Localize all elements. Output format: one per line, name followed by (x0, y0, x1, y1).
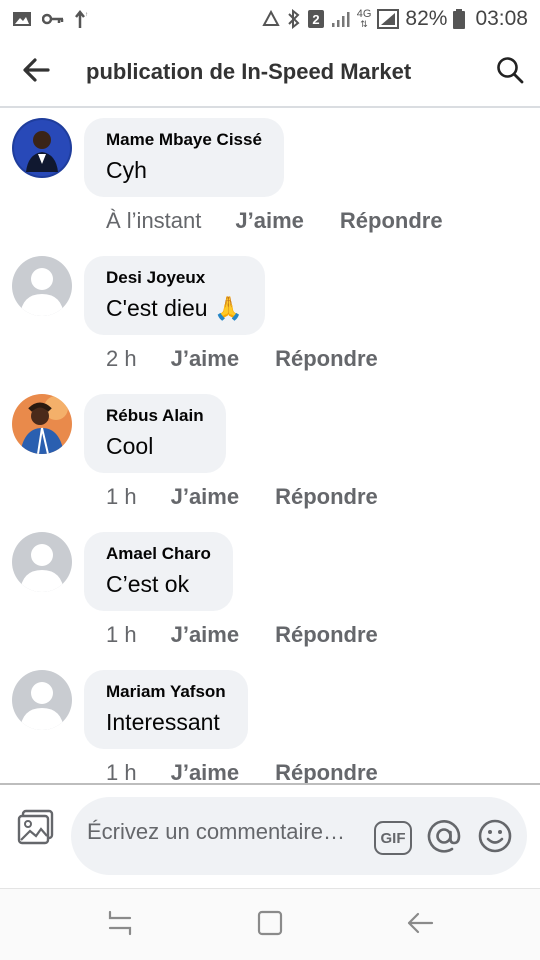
avatar[interactable] (12, 670, 72, 730)
like-button[interactable]: J’aime (171, 622, 240, 648)
comment-text: Cyh (106, 157, 147, 183)
svg-text:↑: ↑ (85, 12, 88, 18)
comment-actions: 2 h J’aime Répondre (106, 346, 378, 372)
page-title: publication de In-Speed Market (86, 59, 412, 84)
avatar[interactable] (12, 256, 72, 316)
key-icon (42, 12, 64, 26)
add-photo-button[interactable] (16, 809, 56, 849)
comment-time: 1 h (106, 484, 137, 509)
reply-button[interactable]: Répondre (275, 484, 378, 510)
battery-icon (453, 9, 466, 29)
back-arrow-icon (406, 911, 434, 940)
avatar[interactable] (12, 394, 72, 454)
comment-item: Amael Charo C’est ok 1 h J’aime Répondre (0, 524, 540, 662)
comment-item: Rébus Alain Cool 1 h J’aime Répondre (0, 386, 540, 524)
search-icon (496, 56, 524, 89)
comment-input[interactable]: Écrivez un commentaire… GIF (71, 797, 527, 875)
gif-button[interactable]: GIF (374, 821, 412, 855)
status-bar: ↑ 2 4G ⇅ 82% 03:08 (0, 0, 540, 38)
comment-actions: 1 h J’aime Répondre (106, 484, 378, 510)
battery-percent: 82% (405, 7, 448, 30)
gif-label: GIF (380, 829, 406, 847)
upload-arrow-icon: ↑ (74, 9, 90, 29)
system-back-button[interactable] (400, 909, 440, 941)
avatar[interactable] (12, 118, 72, 178)
signal-icon (331, 10, 351, 28)
reply-button[interactable]: Répondre (340, 208, 443, 234)
like-button[interactable]: J’aime (171, 760, 240, 784)
comment-bubble[interactable]: Amael Charo C’est ok (84, 532, 233, 611)
system-nav-bar (0, 888, 540, 960)
recycle-icon (261, 10, 281, 28)
comment-bubble[interactable]: Mame Mbaye Cissé Cyh (84, 118, 284, 197)
at-icon (426, 818, 462, 859)
comment-list[interactable]: Mame Mbaye Cissé Cyh À l’instant J’aime … (0, 110, 540, 784)
comment-bubble[interactable]: Mariam Yafson Interessant (84, 670, 248, 749)
comment-actions: 1 h J’aime Répondre (106, 622, 378, 648)
comment-bubble[interactable]: Desi Joyeux C'est dieu 🙏 (84, 256, 265, 335)
gallery-notification-icon (12, 11, 32, 27)
back-button[interactable] (0, 37, 72, 107)
comment-bubble[interactable]: Rébus Alain Cool (84, 394, 226, 473)
reply-button[interactable]: Répondre (275, 760, 378, 784)
svg-text:2: 2 (312, 12, 319, 27)
sim-badge: 2 (307, 9, 325, 29)
comment-time: 1 h (106, 760, 137, 784)
comment-author[interactable]: Rébus Alain (106, 405, 204, 427)
comment-composer: Écrivez un commentaire… GIF (0, 785, 540, 888)
comment-actions: 1 h J’aime Répondre (106, 760, 378, 784)
like-button[interactable]: J’aime (171, 346, 240, 372)
home-square-icon (256, 909, 284, 942)
network-type: 4G ⇅ (356, 8, 372, 30)
reply-button[interactable]: Répondre (275, 346, 378, 372)
comment-time: 1 h (106, 622, 137, 647)
comment-time: À l’instant (106, 208, 202, 233)
avatar[interactable] (12, 532, 72, 592)
comment-item: Mariam Yafson Interessant 1 h J’aime Rép… (0, 662, 540, 784)
comment-author[interactable]: Mame Mbaye Cissé (106, 129, 262, 151)
recent-apps-icon (106, 910, 134, 941)
app-header: publication de In-Speed Market (0, 38, 540, 108)
comment-item: Mame Mbaye Cissé Cyh À l’instant J’aime … (0, 110, 540, 248)
bluetooth-icon (287, 9, 301, 29)
comment-item: Desi Joyeux C'est dieu 🙏 2 h J’aime Répo… (0, 248, 540, 386)
comment-text: Cool (106, 433, 154, 459)
search-button[interactable] (480, 37, 540, 107)
emoji-button[interactable] (476, 819, 514, 857)
photo-icon (17, 809, 55, 850)
comment-author[interactable]: Amael Charo (106, 543, 211, 565)
home-button[interactable] (250, 909, 290, 941)
comment-actions: À l’instant J’aime Répondre (106, 208, 443, 234)
like-button[interactable]: J’aime (235, 208, 304, 234)
comment-input-placeholder: Écrivez un commentaire… (87, 819, 345, 844)
signal-strength-icon (377, 9, 400, 29)
comment-time: 2 h (106, 346, 137, 371)
clock: 03:08 (475, 7, 528, 30)
recent-apps-button[interactable] (100, 909, 140, 941)
comment-text: C'est dieu 🙏 (106, 295, 243, 321)
mention-button[interactable] (425, 819, 463, 857)
arrow-left-icon (22, 57, 50, 87)
comment-text: Interessant (106, 709, 220, 735)
comment-text: C’est ok (106, 571, 190, 597)
reply-button[interactable]: Répondre (275, 622, 378, 648)
smiley-icon (477, 818, 513, 859)
comment-author[interactable]: Mariam Yafson (106, 681, 226, 703)
comment-author[interactable]: Desi Joyeux (106, 267, 243, 289)
like-button[interactable]: J’aime (171, 484, 240, 510)
